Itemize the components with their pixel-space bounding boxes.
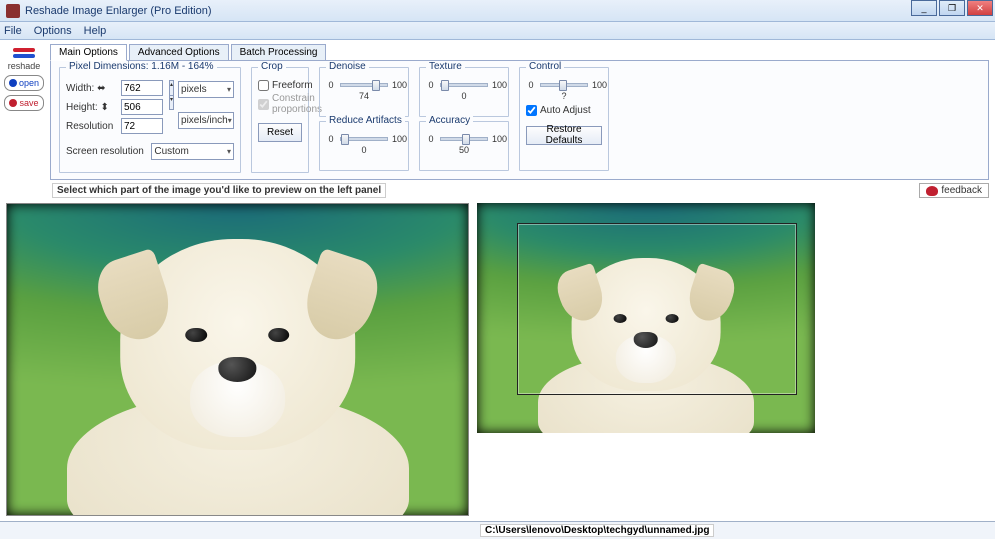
reduce-min: 0 [326, 134, 336, 144]
close-button[interactable]: ✕ [967, 0, 993, 16]
accuracy-min: 0 [426, 134, 436, 144]
group-denoise: Denoise 0100 74 [319, 67, 409, 117]
unit-pixels-select[interactable]: pixels [178, 81, 234, 98]
auto-adjust-checkbox[interactable]: Auto Adjust [526, 105, 602, 116]
auto-adjust-label: Auto Adjust [540, 105, 591, 116]
height-label: Height: ⬍ [66, 102, 118, 113]
group-texture: Texture 0100 0 [419, 67, 509, 117]
freeform-checkbox[interactable]: Freeform [258, 80, 302, 91]
control-min: 0 [526, 80, 536, 90]
group-accuracy: Accuracy 0100 50 [419, 121, 509, 171]
menu-bar: File Options Help [0, 22, 995, 40]
resolution-label: Resolution [66, 121, 118, 132]
group-title-denoise: Denoise [326, 61, 369, 72]
denoise-min: 0 [326, 80, 336, 90]
control-max: 100 [592, 80, 602, 90]
tab-advanced-options[interactable]: Advanced Options [129, 44, 229, 61]
left-sidebar: reshade open save [0, 40, 48, 180]
group-title-control: Control [526, 61, 564, 72]
preview-panel-right[interactable] [477, 203, 815, 433]
group-pixel-dimensions: Pixel Dimensions: 1.16M - 164% Width: ⬌ … [59, 67, 241, 173]
group-title-texture: Texture [426, 61, 465, 72]
group-title-pixeldim: Pixel Dimensions: 1.16M - 164% [66, 61, 217, 72]
bug-icon [926, 186, 938, 196]
tab-batch-processing[interactable]: Batch Processing [231, 44, 327, 61]
status-filepath: C:\Users\lenovo\Desktop\techgyd\unnamed.… [480, 524, 714, 537]
tab-main-options[interactable]: Main Options [50, 44, 127, 61]
feedback-label: feedback [941, 185, 982, 196]
accuracy-max: 100 [492, 134, 502, 144]
window-titlebar: Reshade Image Enlarger (Pro Edition) _ ❐… [0, 0, 995, 22]
crop-reset-button[interactable]: Reset [258, 123, 302, 142]
minimize-button[interactable]: _ [911, 0, 937, 16]
selection-rectangle[interactable] [517, 223, 797, 395]
tab-strip: Main Options Advanced Options Batch Proc… [50, 44, 989, 61]
denoise-max: 100 [392, 80, 402, 90]
instruction-row: Select which part of the image you'd lik… [0, 182, 995, 199]
reduce-slider[interactable] [340, 137, 388, 141]
resolution-input[interactable] [121, 118, 163, 134]
denoise-value: 74 [326, 91, 402, 101]
accuracy-slider[interactable] [440, 137, 488, 141]
group-control: Control 0100 ? Auto Adjust Restore Defau… [519, 67, 609, 171]
brand-logo: reshade [4, 46, 44, 71]
texture-value: 0 [426, 91, 502, 101]
open-button[interactable]: open [4, 75, 44, 91]
accuracy-value: 50 [426, 145, 502, 155]
feedback-button[interactable]: feedback [919, 183, 989, 198]
unit-pixels-label: pixels [181, 84, 207, 95]
instruction-text: Select which part of the image you'd lik… [52, 183, 386, 198]
group-title-accuracy: Accuracy [426, 115, 473, 126]
link-wh-spinner[interactable]: ▴▾ [169, 80, 174, 110]
freeform-label: Freeform [272, 80, 313, 91]
save-icon [9, 99, 17, 107]
restore-defaults-button[interactable]: Restore Defaults [526, 126, 602, 145]
status-bar: C:\Users\lenovo\Desktop\techgyd\unnamed.… [0, 521, 995, 539]
options-panel: Pixel Dimensions: 1.16M - 164% Width: ⬌ … [50, 60, 989, 180]
reduce-value: 0 [326, 145, 402, 155]
menu-file[interactable]: File [4, 25, 22, 37]
denoise-slider[interactable] [340, 83, 388, 87]
image-row [0, 199, 995, 518]
window-controls: _ ❐ ✕ [911, 0, 993, 16]
open-label: open [19, 78, 39, 88]
window-title: Reshade Image Enlarger (Pro Edition) [25, 5, 211, 17]
maximize-button[interactable]: ❐ [939, 0, 965, 16]
group-title-crop: Crop [258, 61, 286, 72]
width-label: Width: ⬌ [66, 83, 118, 94]
constrain-label: Constrain proportions [272, 93, 322, 115]
group-reduce-artifacts: Reduce Artifacts 0100 0 [319, 121, 409, 171]
texture-slider[interactable] [440, 83, 488, 87]
brand-text: reshade [4, 61, 44, 71]
control-slider[interactable] [540, 83, 588, 87]
menu-options[interactable]: Options [34, 25, 72, 37]
texture-min: 0 [426, 80, 436, 90]
screen-res-label: Screen resolution [66, 146, 148, 157]
save-button[interactable]: save [4, 95, 44, 111]
open-icon [9, 79, 17, 87]
screen-res-value: Custom [154, 146, 188, 157]
preview-panel-left[interactable] [6, 203, 469, 516]
constrain-checkbox[interactable]: Constrain proportions [258, 93, 302, 115]
menu-help[interactable]: Help [84, 25, 107, 37]
reduce-max: 100 [392, 134, 402, 144]
width-input[interactable] [121, 80, 163, 96]
texture-max: 100 [492, 80, 502, 90]
unit-ppi-select[interactable]: pixels/inch [178, 112, 234, 129]
height-input[interactable] [121, 99, 163, 115]
screen-res-select[interactable]: Custom [151, 143, 234, 160]
group-title-reduce: Reduce Artifacts [326, 115, 405, 126]
unit-ppi-label: pixels/inch [181, 115, 228, 126]
save-label: save [19, 98, 38, 108]
logo-icon [13, 46, 35, 60]
control-value: ? [526, 91, 602, 101]
app-icon [6, 4, 20, 18]
group-crop: Crop Freeform Constrain proportions Rese… [251, 67, 309, 173]
